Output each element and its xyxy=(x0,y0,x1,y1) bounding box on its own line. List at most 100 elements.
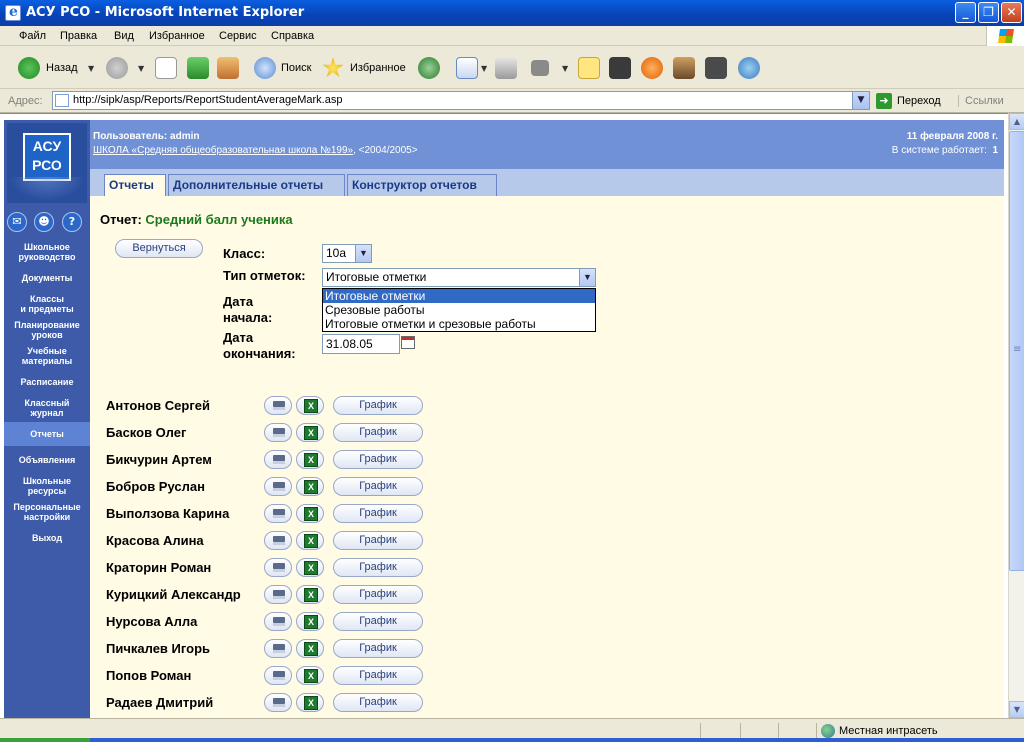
menu-tools[interactable]: Сервис xyxy=(219,30,257,42)
back-dropdown-icon[interactable]: ▼ xyxy=(88,64,94,73)
tool-m-icon[interactable] xyxy=(705,57,727,79)
scroll-up-icon[interactable]: ▲ xyxy=(1009,113,1024,130)
chart-button[interactable]: График xyxy=(333,666,423,685)
marks-type-option[interactable]: Итоговые отметки и срезовые работы xyxy=(323,317,595,331)
print-icon[interactable] xyxy=(264,612,292,631)
back-icon[interactable] xyxy=(18,57,40,79)
go-button[interactable]: Переход xyxy=(897,95,941,107)
sidebar-item-personal-settings[interactable]: Персональные настройки xyxy=(4,502,90,522)
excel-icon[interactable] xyxy=(296,396,324,415)
chart-button[interactable]: График xyxy=(333,477,423,496)
sidebar-item-classes-subjects[interactable]: Классы и предметы xyxy=(4,294,90,314)
chevron-down-icon[interactable]: ▼ xyxy=(355,245,371,262)
chart-button[interactable]: График xyxy=(333,612,423,631)
marks-type-select[interactable]: Итоговые отметки ▼ xyxy=(322,268,596,287)
edit-dropdown-icon[interactable]: ▼ xyxy=(562,64,568,73)
messenger-icon[interactable] xyxy=(738,57,760,79)
scroll-thumb[interactable] xyxy=(1009,131,1024,571)
links-button[interactable]: Ссылки xyxy=(958,95,1004,107)
school-link[interactable]: ШКОЛА «Средняя общеобразовательная школа… xyxy=(93,145,353,156)
forward-dropdown-icon[interactable]: ▼ xyxy=(138,64,144,73)
chart-button[interactable]: График xyxy=(333,423,423,442)
chevron-down-icon[interactable]: ▼ xyxy=(579,269,595,286)
forward-icon[interactable] xyxy=(106,57,128,79)
print-icon[interactable] xyxy=(264,693,292,712)
excel-icon[interactable] xyxy=(296,531,324,550)
marks-type-option[interactable]: Итоговые отметки xyxy=(323,289,595,303)
tab-additional-reports[interactable]: Дополнительные отчеты xyxy=(168,174,345,196)
sidebar-item-exit[interactable]: Выход xyxy=(4,533,90,543)
go-icon[interactable]: ➜ xyxy=(876,93,892,109)
print-icon[interactable] xyxy=(264,450,292,469)
logo[interactable]: АСУ РСО xyxy=(7,123,87,203)
print-icon[interactable] xyxy=(264,477,292,496)
search-label[interactable]: Поиск xyxy=(281,62,311,74)
calendar-icon[interactable] xyxy=(401,336,415,349)
mail-icon[interactable] xyxy=(456,57,478,79)
favorites-label[interactable]: Избранное xyxy=(350,62,406,74)
close-button[interactable]: ✕ xyxy=(1001,2,1022,23)
menu-edit[interactable]: Правка xyxy=(60,30,97,42)
address-url[interactable]: http://sipk/asp/Reports/ReportStudentAve… xyxy=(73,94,342,106)
back-label[interactable]: Назад xyxy=(46,62,78,74)
chart-button[interactable]: График xyxy=(333,396,423,415)
print-icon[interactable] xyxy=(264,423,292,442)
print-icon[interactable] xyxy=(495,57,517,79)
search-icon[interactable] xyxy=(254,57,276,79)
print-icon[interactable] xyxy=(264,504,292,523)
mail-icon[interactable]: ✉ xyxy=(7,212,27,232)
excel-icon[interactable] xyxy=(296,639,324,658)
messenger-k-icon[interactable] xyxy=(609,57,631,79)
excel-icon[interactable] xyxy=(296,423,324,442)
chart-button[interactable]: График xyxy=(333,585,423,604)
excel-icon[interactable] xyxy=(296,504,324,523)
print-icon[interactable] xyxy=(264,396,292,415)
history-icon[interactable] xyxy=(418,57,440,79)
refresh-icon[interactable] xyxy=(187,57,209,79)
note-icon[interactable] xyxy=(578,57,600,79)
chart-button[interactable]: График xyxy=(333,531,423,550)
minimize-button[interactable]: _ xyxy=(955,2,976,23)
menu-view[interactable]: Вид xyxy=(114,30,134,42)
print-icon[interactable] xyxy=(264,666,292,685)
excel-icon[interactable] xyxy=(296,558,324,577)
print-icon[interactable] xyxy=(264,585,292,604)
excel-icon[interactable] xyxy=(296,612,324,631)
favorites-icon[interactable] xyxy=(322,57,344,78)
stop-icon[interactable] xyxy=(155,57,177,79)
help-icon[interactable]: ? xyxy=(62,212,82,232)
tab-reports[interactable]: Отчеты xyxy=(104,174,166,196)
vertical-scrollbar[interactable]: ▲ ▼ xyxy=(1008,113,1024,718)
sidebar-item-announcements[interactable]: Объявления xyxy=(4,455,90,465)
menu-file[interactable]: Файл xyxy=(19,30,46,42)
excel-icon[interactable] xyxy=(296,477,324,496)
chart-button[interactable]: График xyxy=(333,693,423,712)
address-dropdown-icon[interactable]: ▼ xyxy=(852,92,869,109)
sidebar-item-reports[interactable]: Отчеты xyxy=(4,422,90,446)
chart-button[interactable]: График xyxy=(333,450,423,469)
print-icon[interactable] xyxy=(264,639,292,658)
menu-help[interactable]: Справка xyxy=(271,30,314,42)
print-icon[interactable] xyxy=(264,558,292,577)
chart-button[interactable]: График xyxy=(333,558,423,577)
research-icon[interactable] xyxy=(673,57,695,79)
marks-type-option[interactable]: Срезовые работы xyxy=(323,303,595,317)
maximize-button[interactable]: ❐ xyxy=(978,2,999,23)
chart-button[interactable]: График xyxy=(333,504,423,523)
at-icon[interactable] xyxy=(641,57,663,79)
home-icon[interactable] xyxy=(217,57,239,79)
sidebar-item-documents[interactable]: Документы xyxy=(4,273,90,283)
mail-dropdown-icon[interactable]: ▼ xyxy=(481,64,487,73)
tab-report-builder[interactable]: Конструктор отчетов xyxy=(347,174,497,196)
excel-icon[interactable] xyxy=(296,693,324,712)
print-icon[interactable] xyxy=(264,531,292,550)
users-icon[interactable]: ☻ xyxy=(34,212,54,232)
sidebar-item-school-resources[interactable]: Школьные ресурсы xyxy=(4,476,90,496)
sidebar-item-schedule[interactable]: Расписание xyxy=(4,377,90,387)
excel-icon[interactable] xyxy=(296,450,324,469)
end-date-input[interactable]: 31.08.05 xyxy=(322,334,400,354)
class-select[interactable]: 10а ▼ xyxy=(322,244,372,263)
excel-icon[interactable] xyxy=(296,666,324,685)
sidebar-item-school-management[interactable]: Школьное руководство xyxy=(4,242,90,262)
scroll-down-icon[interactable]: ▼ xyxy=(1009,701,1024,718)
